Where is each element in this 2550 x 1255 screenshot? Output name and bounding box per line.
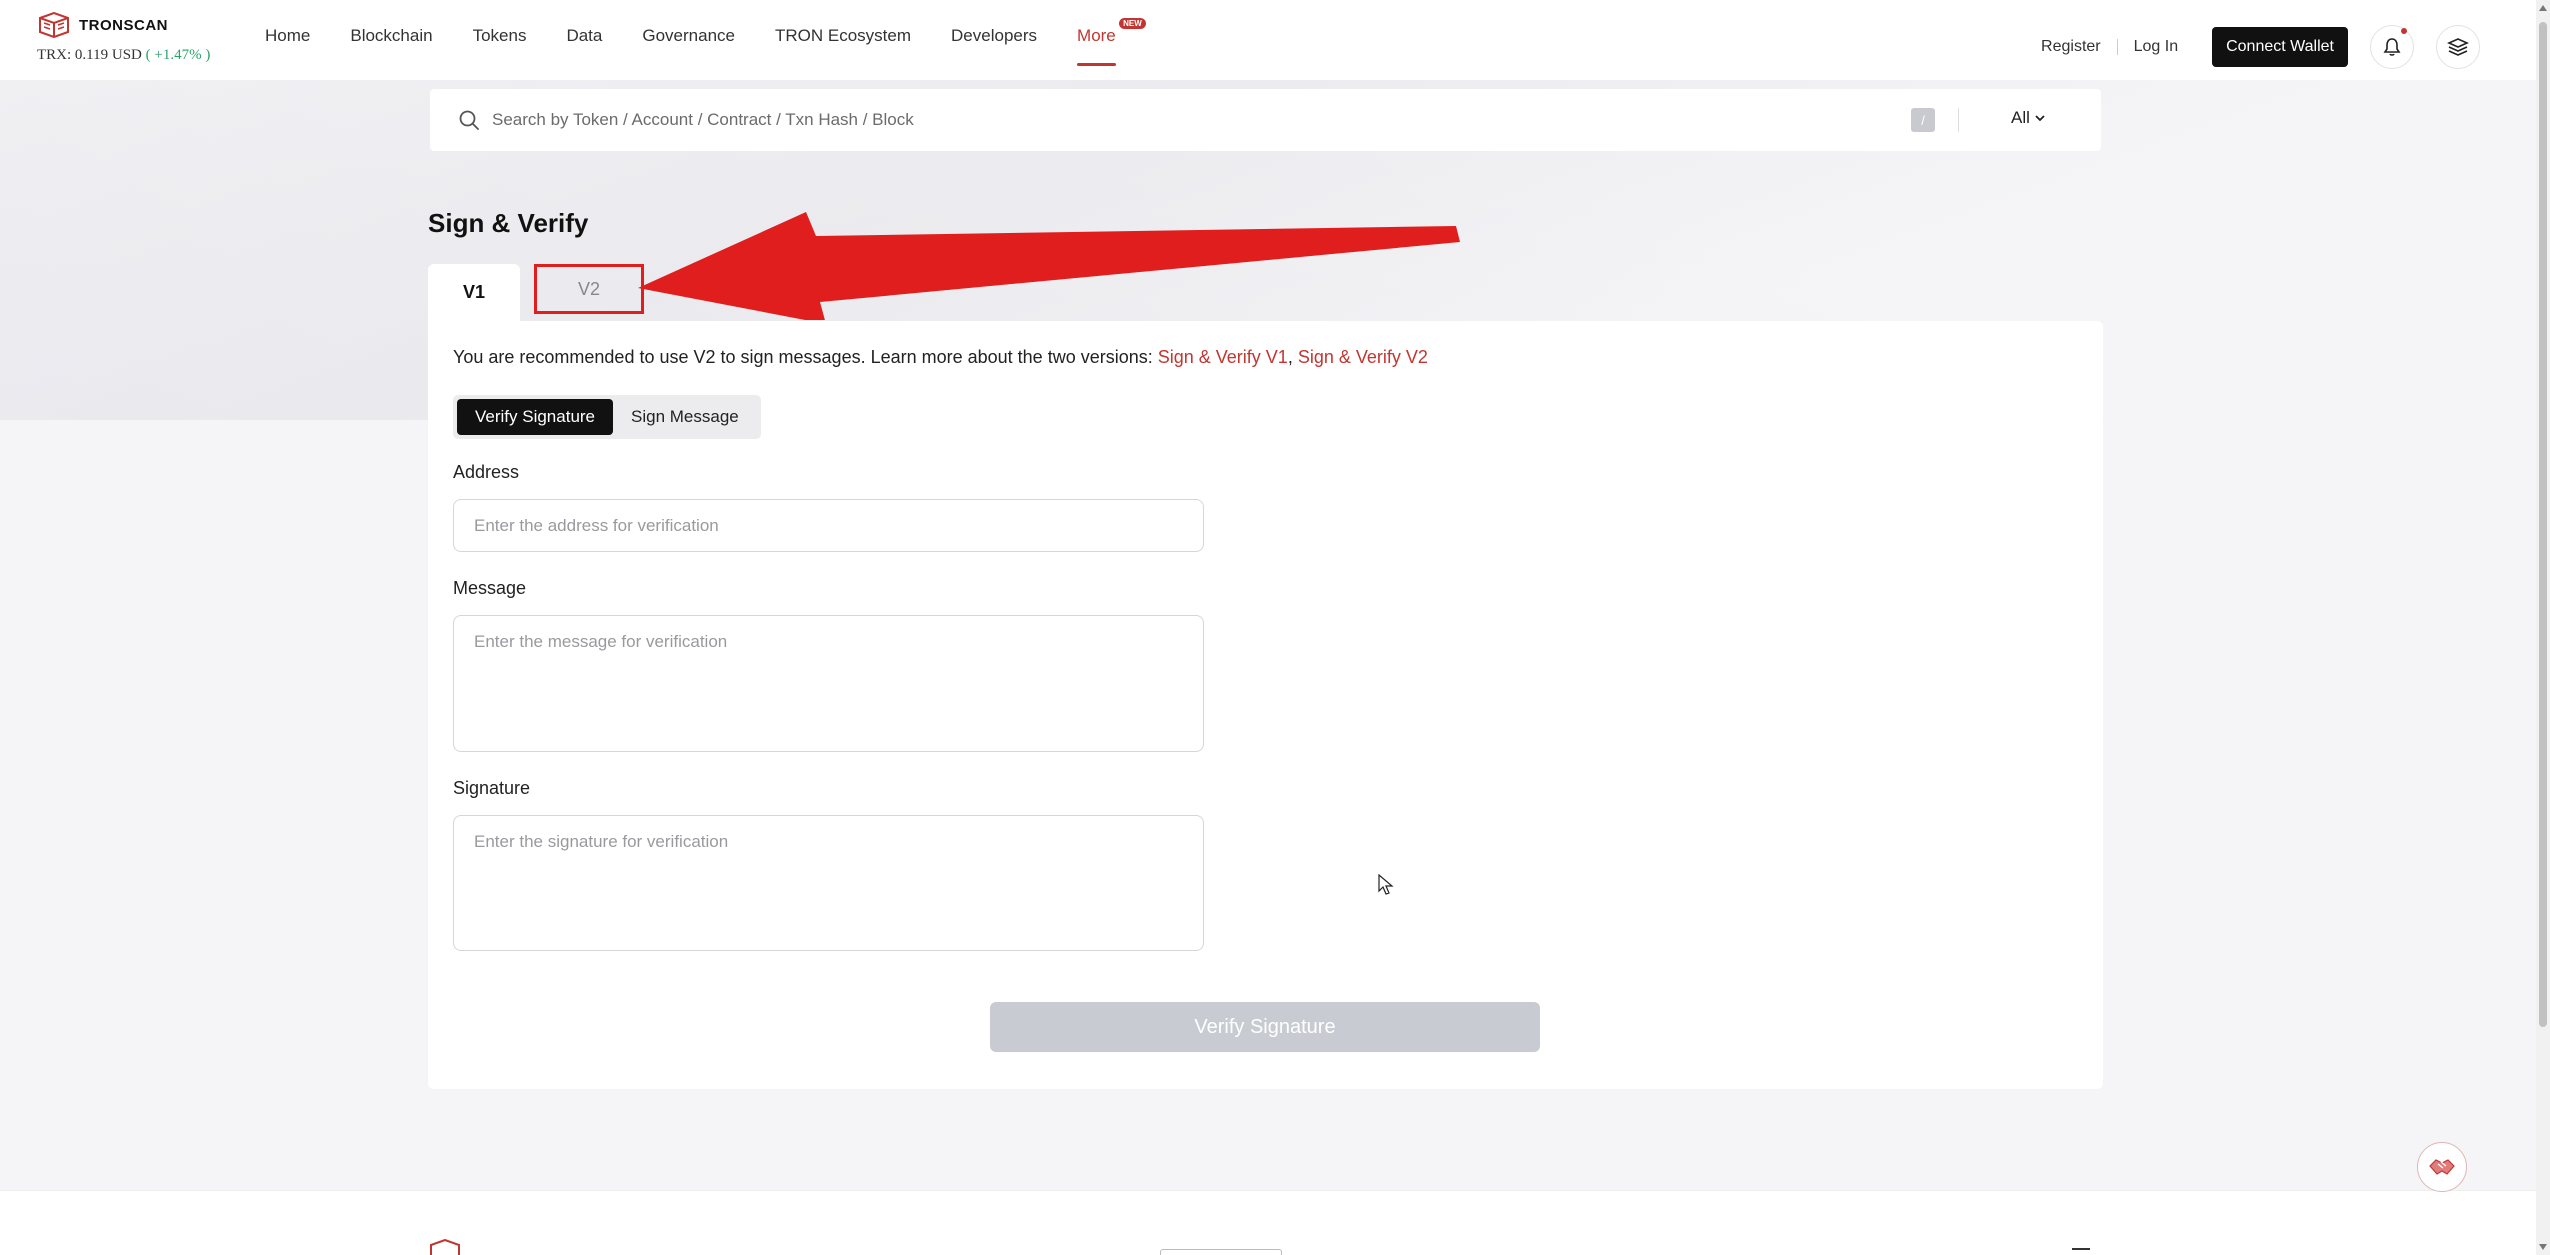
link-separator: ,	[1287, 347, 1298, 367]
tab-v2[interactable]: V2	[534, 264, 644, 314]
search-divider	[1958, 108, 1959, 132]
search-icon	[459, 110, 479, 130]
header-actions: Register Log In Connect Wallet	[2041, 25, 2480, 69]
notification-dot	[2401, 28, 2407, 34]
link-sign-verify-v1[interactable]: Sign & Verify V1	[1158, 347, 1288, 367]
scroll-up-icon[interactable]	[2539, 5, 2547, 11]
address-input[interactable]	[453, 499, 1204, 552]
header-divider	[2116, 39, 2118, 55]
trx-price: TRX: 0.119 USD ( +1.47% )	[37, 47, 210, 64]
new-badge: NEW	[1119, 18, 1146, 29]
price-change: ( +1.47% )	[145, 47, 211, 63]
register-link[interactable]: Register	[2041, 38, 2101, 56]
connect-wallet-button[interactable]: Connect Wallet	[2212, 27, 2348, 67]
brand-name: TRONSCAN	[79, 16, 168, 34]
address-label: Address	[453, 462, 520, 482]
sign-verify-card: You are recommended to use V2 to sign me…	[428, 321, 2103, 1089]
tronscan-logo-icon	[39, 12, 69, 38]
tab-v1[interactable]: V1	[428, 264, 520, 321]
top-header: TRONSCAN TRX: 0.119 USD ( +1.47% ) Home …	[0, 0, 2550, 80]
main-nav: Home Blockchain Tokens Data Governance T…	[265, 18, 1156, 66]
link-sign-verify-v2[interactable]: Sign & Verify V2	[1298, 347, 1428, 367]
search-shortcut-key: /	[1911, 108, 1935, 132]
footer-language-select[interactable]	[1160, 1249, 1282, 1255]
mode-verify-signature[interactable]: Verify Signature	[457, 399, 614, 435]
feedback-floating-button[interactable]	[2417, 1142, 2467, 1192]
nav-blockchain[interactable]: Blockchain	[350, 26, 432, 46]
nav-tron-ecosystem[interactable]: TRON Ecosystem	[775, 26, 911, 46]
layers-icon	[2447, 38, 2469, 56]
nav-governance[interactable]: Governance	[642, 26, 735, 46]
nav-more[interactable]: More NEW	[1077, 18, 1146, 66]
page-scrollbar[interactable]	[2536, 0, 2550, 1255]
search-filter-label: All	[2011, 108, 2030, 127]
nav-developers[interactable]: Developers	[951, 26, 1037, 46]
scroll-down-icon[interactable]	[2539, 1244, 2547, 1250]
bell-icon	[2383, 38, 2401, 56]
scroll-thumb[interactable]	[2539, 22, 2547, 1027]
page-footer	[0, 1190, 2550, 1255]
brand-logo[interactable]: TRONSCAN	[37, 12, 168, 38]
signature-label: Signature	[453, 778, 531, 798]
version-tabs: V1 V2	[428, 264, 644, 321]
message-textarea[interactable]	[453, 615, 1204, 752]
mouse-cursor-icon	[1378, 874, 1394, 895]
notice-text: You are recommended to use V2 to sign me…	[453, 347, 1158, 367]
nav-home[interactable]: Home	[265, 26, 310, 46]
notifications-button[interactable]	[2370, 25, 2414, 69]
search-bar: / All	[430, 89, 2101, 151]
mode-sign-message[interactable]: Sign Message	[613, 399, 757, 435]
message-label: Message	[453, 578, 527, 598]
chevron-down-icon	[2035, 115, 2045, 122]
verify-signature-button[interactable]: Verify Signature	[990, 1002, 1540, 1052]
annotation-arrow-icon	[638, 212, 1460, 320]
mode-switch: Verify Signature Sign Message	[453, 395, 761, 439]
login-link[interactable]: Log In	[2134, 38, 2178, 56]
version-notice: You are recommended to use V2 to sign me…	[453, 347, 1428, 368]
page-title: Sign & Verify	[428, 208, 589, 238]
handshake-icon	[2429, 1159, 2455, 1175]
nav-more-label: More	[1077, 26, 1116, 45]
footer-logo-icon	[430, 1239, 460, 1255]
nav-data[interactable]: Data	[566, 26, 602, 46]
nav-tokens[interactable]: Tokens	[473, 26, 527, 46]
menu-icon[interactable]	[2070, 1247, 2092, 1255]
search-input[interactable]	[492, 103, 1742, 137]
signature-textarea[interactable]	[453, 815, 1204, 951]
search-filter-dropdown[interactable]: All	[2011, 108, 2046, 128]
price-value: TRX: 0.119 USD	[37, 47, 142, 63]
wallet-menu-button[interactable]	[2436, 25, 2480, 69]
